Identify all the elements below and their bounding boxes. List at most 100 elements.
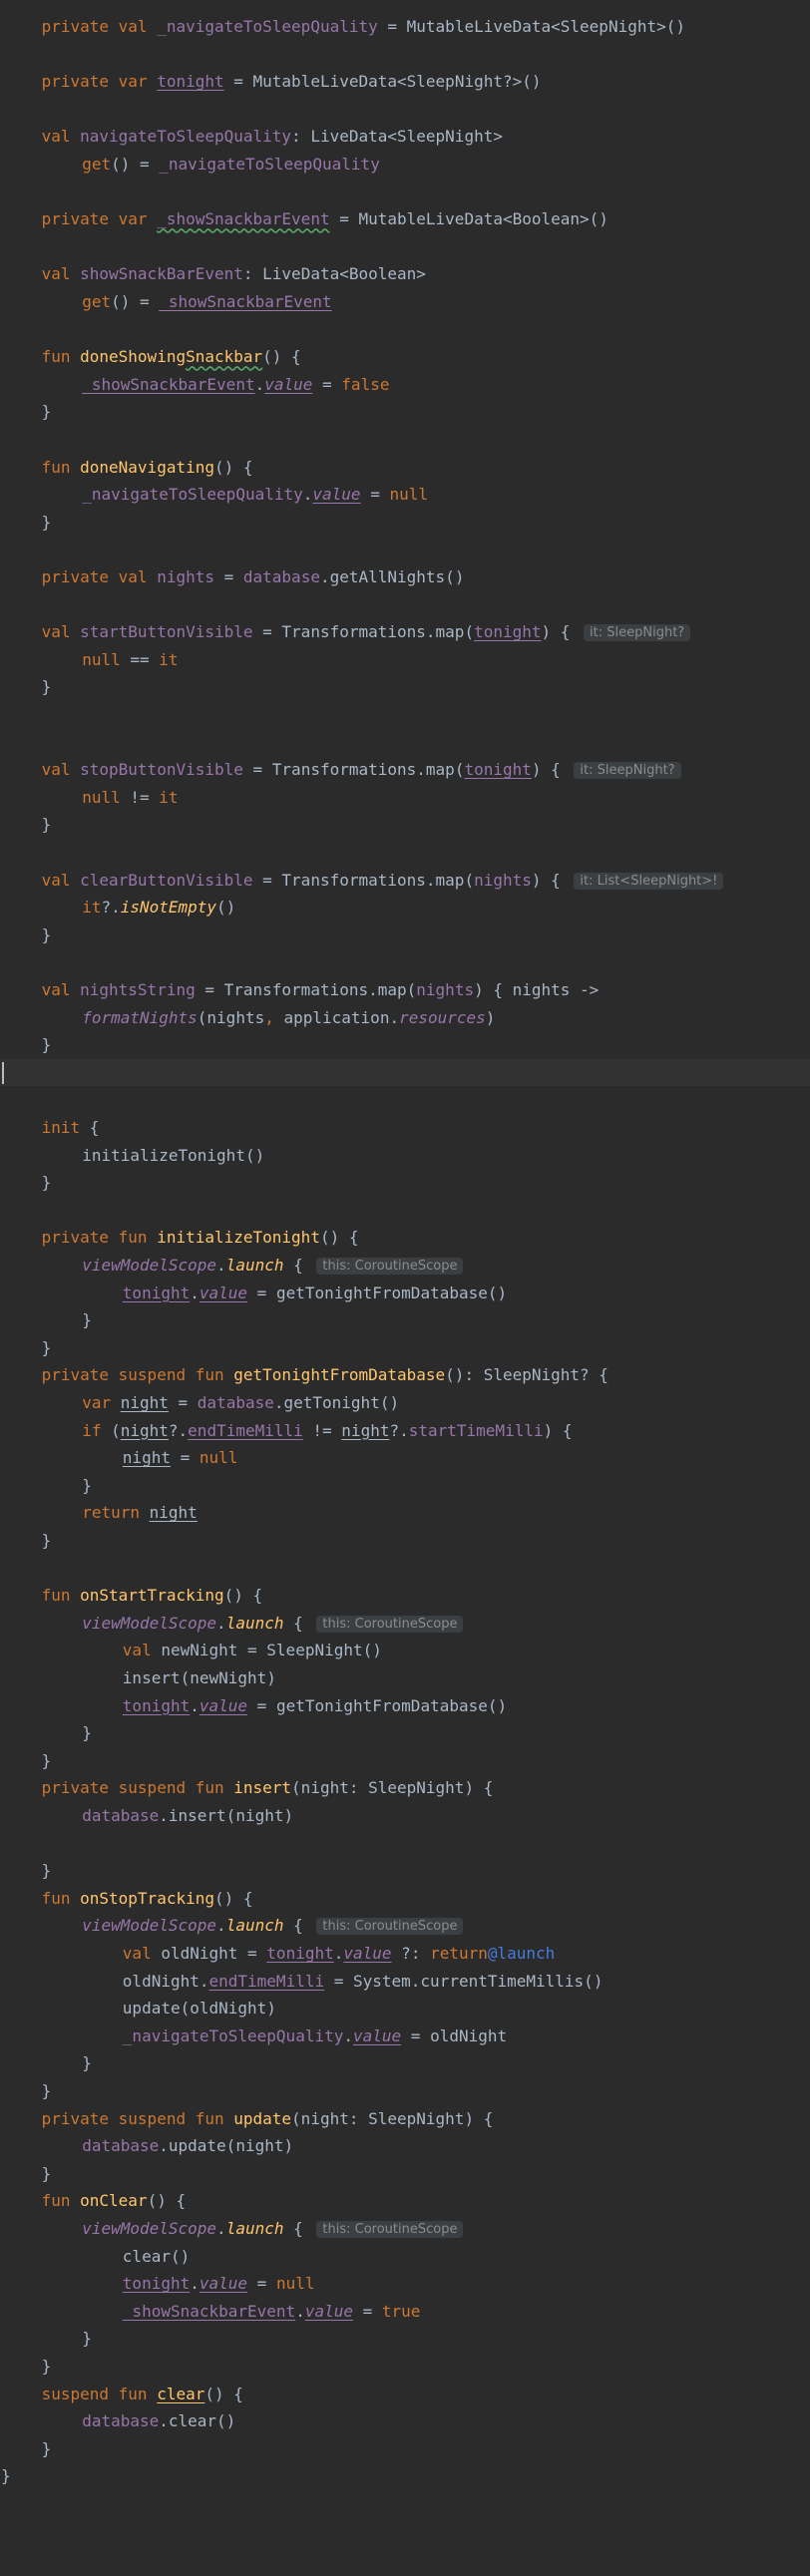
code-token: val — [41, 127, 81, 147]
code-line[interactable]: database.clear() — [0, 2407, 810, 2435]
code-line[interactable] — [0, 1197, 810, 1225]
code-line[interactable]: } — [0, 2462, 810, 2490]
code-line[interactable]: } — [0, 1472, 810, 1500]
code-line[interactable]: database.insert(night) — [0, 1802, 810, 1830]
code-line[interactable]: null != it — [0, 784, 810, 812]
code-line[interactable] — [0, 591, 810, 619]
code-editor[interactable]: private val _navigateToSleepQuality = Mu… — [0, 0, 810, 2576]
code-line[interactable]: val nightsString = Transformations.map(n… — [0, 976, 810, 1004]
code-token: onClear — [80, 2191, 148, 2211]
code-line[interactable]: } — [0, 1306, 810, 1334]
code-line[interactable]: tonight.value = getTonightFromDatabase() — [0, 1692, 810, 1720]
code-line[interactable] — [0, 701, 810, 729]
code-line[interactable]: val navigateToSleepQuality: LiveData<Sle… — [0, 123, 810, 151]
code-line[interactable]: get() = _showSnackbarEvent — [0, 288, 810, 316]
code-line[interactable] — [0, 233, 810, 261]
code-line[interactable]: get() = _navigateToSleepQuality — [0, 151, 810, 179]
code-line[interactable] — [0, 536, 810, 563]
code-line[interactable]: private suspend fun update(night: SleepN… — [0, 2105, 810, 2133]
code-line[interactable] — [0, 948, 810, 976]
code-line[interactable] — [0, 179, 810, 206]
code-line[interactable] — [0, 1058, 810, 1087]
code-token: it — [159, 787, 179, 807]
code-line[interactable]: fun onStopTracking() { — [0, 1885, 810, 1913]
code-line[interactable]: insert(newNight) — [0, 1664, 810, 1692]
code-line[interactable]: viewModelScope.launch { this: CoroutineS… — [0, 1610, 810, 1638]
code-line[interactable]: formatNights(nights, application.resourc… — [0, 1004, 810, 1032]
code-line[interactable]: } — [0, 1527, 810, 1555]
code-line[interactable]: private var tonight = MutableLiveData<Sl… — [0, 68, 810, 96]
code-line[interactable]: it?.isNotEmpty() — [0, 894, 810, 921]
code-line[interactable]: } — [0, 1747, 810, 1775]
code-line[interactable]: } — [0, 509, 810, 537]
code-line[interactable] — [0, 839, 810, 867]
code-line[interactable]: private var _showSnackbarEvent = Mutable… — [0, 205, 810, 233]
code-line[interactable]: suspend fun clear() { — [0, 2381, 810, 2408]
code-line[interactable]: val oldNight = tonight.value ?: return@l… — [0, 1940, 810, 1968]
code-token: _navigateToSleepQuality — [82, 485, 303, 505]
code-line[interactable]: var night = database.getTonight() — [0, 1389, 810, 1417]
code-line[interactable]: } — [0, 1031, 810, 1059]
code-line[interactable]: clear() — [0, 2243, 810, 2271]
code-line[interactable]: } — [0, 398, 810, 426]
code-line[interactable]: val stopButtonVisible = Transformations.… — [0, 756, 810, 784]
code-line[interactable]: viewModelScope.launch { this: CoroutineS… — [0, 2215, 810, 2243]
code-line[interactable]: _showSnackbarEvent.value = false — [0, 371, 810, 399]
code-line[interactable]: fun doneShowingSnackbar() { — [0, 343, 810, 371]
code-token: ) { nights -> — [474, 980, 600, 999]
code-line[interactable]: } — [0, 1169, 810, 1197]
code-line[interactable]: viewModelScope.launch { this: CoroutineS… — [0, 1252, 810, 1280]
code-line[interactable]: } — [0, 2077, 810, 2105]
code-line[interactable]: private suspend fun getTonightFromDataba… — [0, 1361, 810, 1389]
code-line[interactable]: private val _navigateToSleepQuality = Mu… — [0, 13, 810, 41]
code-line[interactable]: _showSnackbarEvent.value = true — [0, 2298, 810, 2326]
code-line[interactable]: val startButtonVisible = Transformations… — [0, 618, 810, 646]
code-line[interactable]: } — [0, 673, 810, 701]
code-line[interactable]: fun onStartTracking() { — [0, 1582, 810, 1610]
code-line[interactable]: viewModelScope.launch { this: CoroutineS… — [0, 1912, 810, 1940]
code-line[interactable]: } — [0, 2325, 810, 2353]
code-line[interactable]: night = null — [0, 1444, 810, 1472]
code-line[interactable] — [0, 96, 810, 124]
code-line[interactable]: initializeTonight() — [0, 1142, 810, 1170]
code-line[interactable]: tonight.value = null — [0, 2270, 810, 2298]
code-line[interactable]: } — [0, 811, 810, 839]
code-line[interactable]: database.update(night) — [0, 2132, 810, 2160]
code-token: insert(newNight) — [122, 1668, 276, 1687]
code-token: = — [168, 1393, 198, 1412]
code-line[interactable]: return night — [0, 1499, 810, 1527]
code-token: database — [82, 1806, 160, 1825]
code-token: } — [82, 2053, 92, 2073]
code-line[interactable]: val clearButtonVisible = Transformations… — [0, 867, 810, 895]
code-line[interactable] — [0, 41, 810, 69]
code-line[interactable] — [0, 1086, 810, 1114]
code-line[interactable]: _navigateToSleepQuality.value = oldNight — [0, 2023, 810, 2050]
code-line[interactable]: private val nights = database.getAllNigh… — [0, 563, 810, 591]
code-line[interactable] — [0, 426, 810, 454]
code-line[interactable]: update(oldNight) — [0, 1995, 810, 2023]
code-line[interactable]: _navigateToSleepQuality.value = null — [0, 481, 810, 509]
code-line[interactable]: } — [0, 2049, 810, 2077]
code-line[interactable] — [0, 316, 810, 344]
code-line[interactable] — [0, 729, 810, 757]
code-line[interactable]: val showSnackBarEvent: LiveData<Boolean> — [0, 260, 810, 288]
code-line[interactable]: } — [0, 1857, 810, 1885]
code-line[interactable]: } — [0, 2160, 810, 2188]
code-line[interactable]: fun onClear() { — [0, 2187, 810, 2215]
code-line[interactable]: null == it — [0, 646, 810, 674]
code-line[interactable]: } — [0, 1334, 810, 1362]
code-line[interactable]: } — [0, 2353, 810, 2381]
code-line[interactable]: private fun initializeTonight() { — [0, 1224, 810, 1252]
code-line[interactable] — [0, 1555, 810, 1583]
code-line[interactable]: init { — [0, 1114, 810, 1142]
code-line[interactable]: fun doneNavigating() { — [0, 454, 810, 482]
code-line[interactable]: if (night?.endTimeMilli != night?.startT… — [0, 1417, 810, 1445]
code-line[interactable]: } — [0, 2435, 810, 2463]
code-line[interactable]: val newNight = SleepNight() — [0, 1637, 810, 1664]
code-line[interactable]: } — [0, 921, 810, 949]
code-line[interactable]: private suspend fun insert(night: SleepN… — [0, 1774, 810, 1802]
code-line[interactable]: oldNight.endTimeMilli = System.currentTi… — [0, 1968, 810, 1996]
code-line[interactable]: } — [0, 1719, 810, 1747]
code-line[interactable]: tonight.value = getTonightFromDatabase() — [0, 1280, 810, 1307]
code-line[interactable] — [0, 1830, 810, 1858]
